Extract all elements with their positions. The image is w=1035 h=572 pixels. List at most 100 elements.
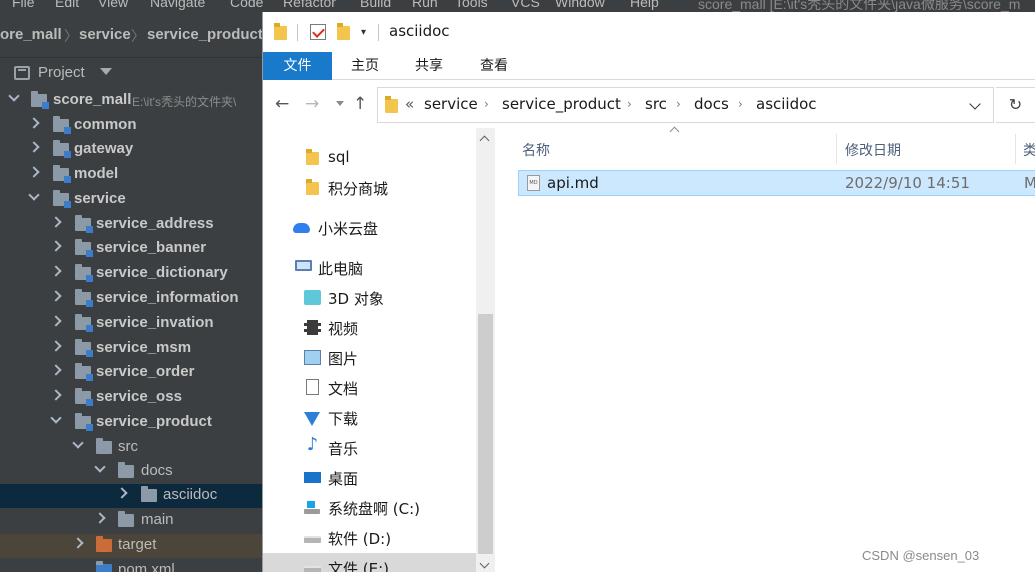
menu-vcs[interactable]: VCS xyxy=(511,0,540,10)
address-crumb[interactable]: service_product xyxy=(502,95,621,113)
breadcrumb-item[interactable]: service xyxy=(79,26,131,43)
tree-row[interactable]: service_information xyxy=(0,287,262,311)
address-crumb[interactable]: docs xyxy=(694,95,729,113)
menu-help[interactable]: Help xyxy=(630,0,659,10)
menu-view[interactable]: View xyxy=(98,0,128,10)
tree-row[interactable]: pom.xml xyxy=(0,559,262,572)
refresh-button[interactable]: ↻ xyxy=(996,87,1035,123)
chevron-right-icon[interactable] xyxy=(50,340,62,352)
tab-file[interactable]: 文件 xyxy=(263,52,332,80)
tab-home[interactable]: 主页 xyxy=(343,52,387,80)
back-button[interactable]: ← xyxy=(275,94,289,114)
chevron-right-icon[interactable]: › xyxy=(676,97,681,111)
address-bar[interactable]: « service › service_product › src › docs… xyxy=(377,87,994,123)
nav-item[interactable]: ♪ 音乐 xyxy=(263,433,477,463)
tree-row[interactable]: main xyxy=(0,509,262,533)
chevron-right-icon[interactable] xyxy=(50,364,62,376)
tree-row[interactable]: service_address xyxy=(0,213,262,237)
column-header-type[interactable]: 类 xyxy=(1023,140,1035,160)
tree-row[interactable]: model xyxy=(0,163,262,187)
tree-row[interactable]: common xyxy=(0,114,262,138)
chevron-down-icon[interactable] xyxy=(94,461,106,473)
nav-pane-scrollbar[interactable] xyxy=(476,128,495,572)
chevron-right-icon[interactable]: › xyxy=(627,97,632,111)
nav-item[interactable]: 此电脑 xyxy=(263,253,477,283)
nav-item[interactable]: 小米云盘 xyxy=(263,213,477,243)
tree-row[interactable]: service_dictionary xyxy=(0,262,262,286)
breadcrumb-item[interactable]: service_product xyxy=(147,26,262,43)
tree-row-selected[interactable]: asciidoc xyxy=(0,484,262,508)
nav-item[interactable]: 积分商城 xyxy=(263,173,477,203)
nav-item[interactable]: 视频 xyxy=(263,313,477,343)
chevron-down-icon[interactable] xyxy=(100,68,112,75)
menu-navigate[interactable]: Navigate xyxy=(150,0,205,10)
forward-button[interactable]: → xyxy=(305,94,319,114)
menu-code[interactable]: Code xyxy=(230,0,263,10)
chevron-right-icon[interactable] xyxy=(50,290,62,302)
chevron-right-icon[interactable] xyxy=(50,389,62,401)
new-folder-icon[interactable] xyxy=(337,23,350,40)
address-crumb[interactable]: asciidoc xyxy=(756,95,817,113)
tab-share[interactable]: 共享 xyxy=(407,52,451,80)
column-divider[interactable] xyxy=(836,134,837,164)
chevron-down-icon[interactable] xyxy=(8,90,20,102)
tree-row[interactable]: service_msm xyxy=(0,337,262,361)
nav-item-selected[interactable]: 文件 (E:) xyxy=(263,553,477,572)
scroll-thumb[interactable] xyxy=(478,314,493,554)
chevron-down-icon[interactable] xyxy=(969,98,981,110)
menu-tools[interactable]: Tools xyxy=(455,0,488,10)
tree-row[interactable]: gateway xyxy=(0,138,262,162)
tree-row[interactable]: docs xyxy=(0,460,262,484)
chevron-right-icon[interactable] xyxy=(28,166,40,178)
chevron-down-icon[interactable] xyxy=(28,189,40,201)
recent-locations-icon[interactable] xyxy=(336,101,344,106)
nav-item[interactable]: 图片 xyxy=(263,343,477,373)
menu-refactor[interactable]: Refactor xyxy=(283,0,336,10)
nav-item[interactable]: 文档 xyxy=(263,373,477,403)
nav-item[interactable]: 3D 对象 xyxy=(263,283,477,313)
file-row-selected[interactable]: MD api.md 2022/9/10 14:51 M xyxy=(518,170,1035,196)
column-divider[interactable] xyxy=(1015,134,1016,164)
chevron-right-icon[interactable] xyxy=(50,240,62,252)
chevron-right-icon[interactable] xyxy=(94,512,106,524)
up-button[interactable]: ↑ xyxy=(353,94,367,114)
tab-view[interactable]: 查看 xyxy=(472,52,516,80)
nav-item[interactable]: 下载 xyxy=(263,403,477,433)
nav-item[interactable]: 系统盘啊 (C:) xyxy=(263,493,477,523)
tree-row[interactable]: target xyxy=(0,534,262,558)
chevron-right-icon[interactable]: › xyxy=(738,97,743,111)
chevron-right-icon[interactable] xyxy=(50,315,62,327)
column-header-name[interactable]: 名称 xyxy=(522,140,550,160)
chevron-right-icon[interactable] xyxy=(50,216,62,228)
chevron-right-icon[interactable] xyxy=(50,265,62,277)
tree-row[interactable]: service_order xyxy=(0,361,262,385)
menu-run[interactable]: Run xyxy=(412,0,438,10)
address-overflow[interactable]: « xyxy=(405,95,414,113)
nav-item[interactable]: 软件 (D:) xyxy=(263,523,477,553)
properties-icon[interactable] xyxy=(310,24,326,40)
customize-toolbar-icon[interactable]: ▾ xyxy=(361,27,366,38)
nav-item[interactable]: 桌面 xyxy=(263,463,477,493)
project-view-label[interactable]: Project xyxy=(38,64,85,81)
chevron-down-icon[interactable] xyxy=(72,437,84,449)
address-crumb[interactable]: service xyxy=(424,95,478,113)
chevron-right-icon[interactable] xyxy=(116,487,128,499)
tree-row[interactable]: service_oss xyxy=(0,386,262,410)
column-header-modified[interactable]: 修改日期 xyxy=(845,140,901,160)
tree-row[interactable]: src xyxy=(0,436,262,460)
breadcrumb-item[interactable]: ore_mall xyxy=(0,26,62,43)
scroll-up-icon[interactable] xyxy=(479,135,490,146)
chevron-down-icon[interactable] xyxy=(50,412,62,424)
tree-row[interactable]: service_product xyxy=(0,411,262,435)
address-crumb[interactable]: src xyxy=(645,95,667,113)
tree-row[interactable]: service xyxy=(0,188,262,212)
menu-build[interactable]: Build xyxy=(360,0,391,10)
chevron-right-icon[interactable] xyxy=(28,117,40,129)
chevron-right-icon[interactable]: › xyxy=(484,97,489,111)
nav-item[interactable]: sql xyxy=(263,143,477,173)
tree-row[interactable]: service_banner xyxy=(0,237,262,261)
scroll-down-icon[interactable] xyxy=(479,558,490,569)
tree-row[interactable]: score_mall E:\it's秃头的文件夹\ xyxy=(0,89,262,113)
tree-row[interactable]: service_invation xyxy=(0,312,262,336)
chevron-right-icon[interactable] xyxy=(72,537,84,549)
